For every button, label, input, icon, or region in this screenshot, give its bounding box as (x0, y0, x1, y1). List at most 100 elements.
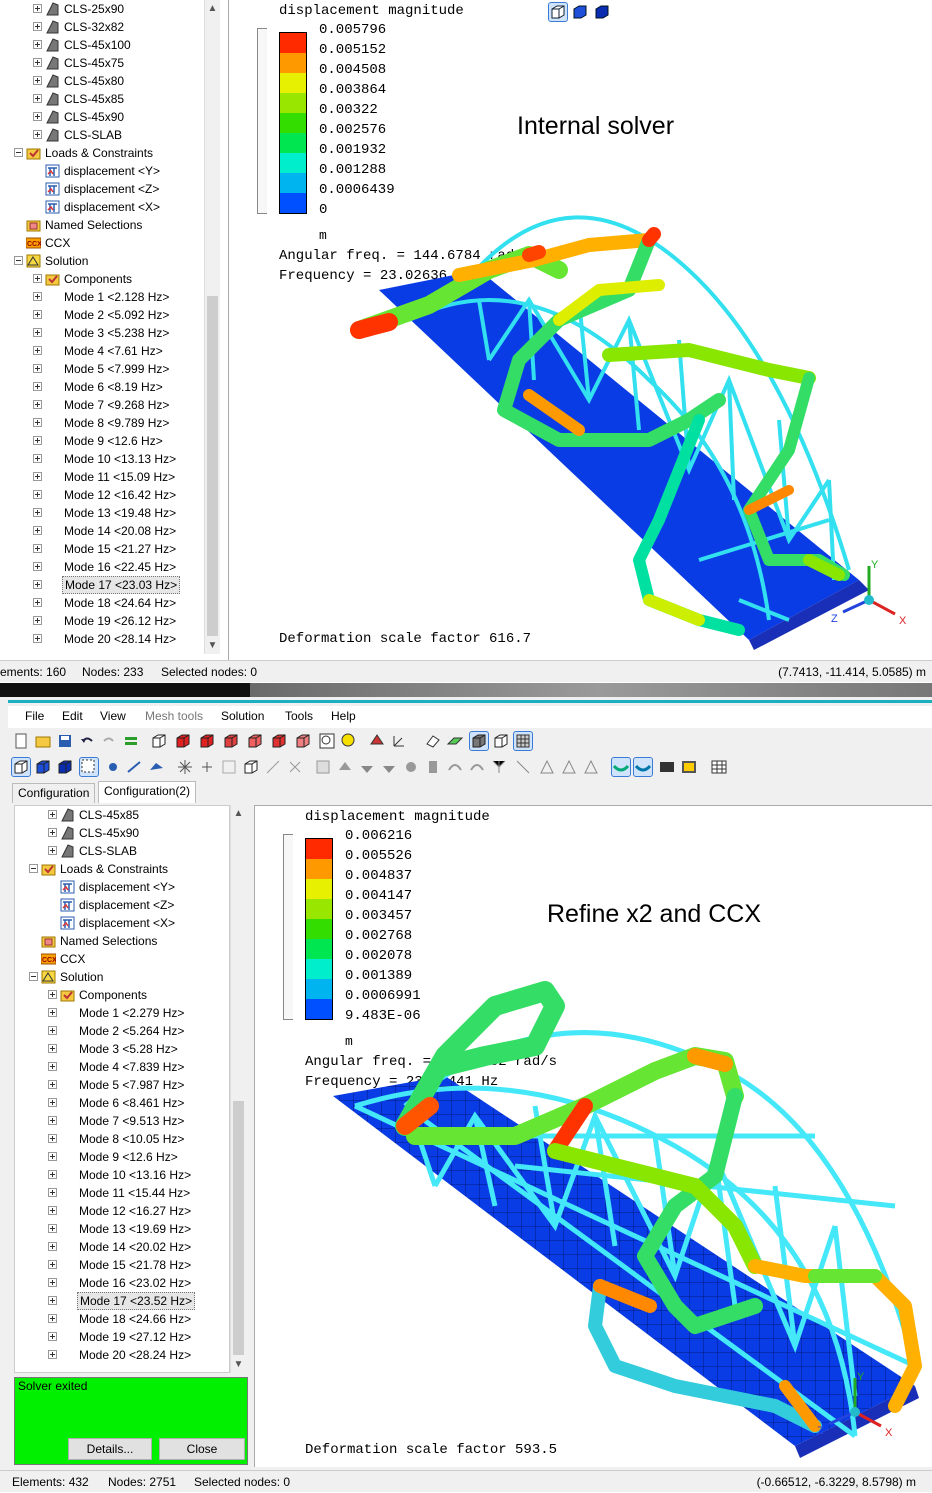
expand-icon[interactable] (33, 634, 42, 643)
expand-icon[interactable] (48, 1098, 57, 1107)
axes-dropdown-icon[interactable] (390, 732, 408, 750)
scroll-up-arrow[interactable]: ▲ (205, 0, 220, 17)
menu-tools[interactable]: Tools (285, 709, 313, 723)
scroll-thumb[interactable] (207, 296, 218, 636)
tool-i-icon[interactable] (446, 758, 464, 776)
expand-icon[interactable] (48, 990, 57, 999)
red-cube-5-icon[interactable] (270, 732, 288, 750)
outline-icon[interactable] (492, 732, 510, 750)
plot-deformed-icon[interactable] (611, 757, 631, 777)
tree-item[interactable]: CLS-25x90 (0, 0, 204, 18)
expand-icon[interactable] (48, 1080, 57, 1089)
mesh-lines-icon[interactable] (122, 732, 140, 750)
expand-icon[interactable] (48, 1296, 57, 1305)
expand-icon[interactable] (33, 562, 42, 571)
tree-item[interactable]: Mode 20 <28.14 Hz> (0, 630, 204, 648)
expand-icon[interactable] (48, 1152, 57, 1161)
hide-icon[interactable] (220, 758, 238, 776)
tool-j-icon[interactable] (468, 758, 486, 776)
collapse-icon[interactable] (29, 972, 38, 981)
tree-item[interactable]: Mode 2 <5.264 Hz> (15, 1022, 229, 1040)
expand-icon[interactable] (48, 1026, 57, 1035)
show-icon[interactable] (242, 758, 260, 776)
expand-icon[interactable] (48, 1008, 57, 1017)
expand-icon[interactable] (48, 1350, 57, 1359)
tree-item[interactable]: Mode 8 <10.05 Hz> (15, 1130, 229, 1148)
tree-item[interactable]: CLS-45x75 (0, 54, 204, 72)
expand-icon[interactable] (48, 1332, 57, 1341)
new-file-icon[interactable] (12, 732, 30, 750)
tree-item[interactable]: CCX CCX (15, 950, 229, 968)
expand-icon[interactable] (48, 1044, 57, 1053)
tree-item[interactable]: Mode 1 <2.279 Hz> (15, 1004, 229, 1022)
tree-item[interactable]: CLS-45x80 (0, 72, 204, 90)
surface-icon[interactable] (446, 732, 464, 750)
expand-icon[interactable] (33, 436, 42, 445)
tree-item[interactable]: Named Selections (15, 932, 229, 950)
details-button[interactable]: Details... (68, 1438, 152, 1460)
plot-contour-icon[interactable] (633, 757, 653, 777)
tool-f-icon[interactable] (380, 758, 398, 776)
tool-o-icon[interactable] (582, 758, 600, 776)
tree-item[interactable]: Mode 16 <22.45 Hz> (0, 558, 204, 576)
tree-item[interactable]: Mode 8 <9.789 Hz> (0, 414, 204, 432)
expand-icon[interactable] (33, 58, 42, 67)
red-cube-2-icon[interactable] (198, 732, 216, 750)
menu-solution[interactable]: Solution (221, 709, 264, 723)
expand-icon[interactable] (33, 22, 42, 31)
tab-configuration-2[interactable]: Configuration(2) (98, 781, 197, 803)
tree-item[interactable]: Mode 17 <23.52 Hz> (15, 1292, 229, 1310)
tree-item[interactable]: displacement <X> (0, 198, 204, 216)
expand-icon[interactable] (33, 526, 42, 535)
expand-icon[interactable] (48, 1062, 57, 1071)
3d-viewport[interactable]: displacement magnitude 0.005796 0.005152 0… (228, 0, 932, 660)
scroll-up-arrow[interactable]: ▲ (231, 805, 246, 822)
expand-icon[interactable] (48, 828, 57, 837)
tree-item[interactable]: Mode 7 <9.513 Hz> (15, 1112, 229, 1130)
expand-icon[interactable] (33, 508, 42, 517)
table-icon[interactable] (710, 758, 728, 776)
select-solid-icon[interactable] (56, 758, 74, 776)
expand-icon[interactable] (33, 76, 42, 85)
expand-icon[interactable] (48, 1278, 57, 1287)
tree-item[interactable]: Mode 4 <7.839 Hz> (15, 1058, 229, 1076)
expand-icon[interactable] (48, 1134, 57, 1143)
model-tree[interactable]: CLS-45x85 CLS-45x90 CLS-SLAB Loads & Constr… (14, 805, 230, 1373)
wire-cube-icon[interactable] (150, 732, 168, 750)
pick-node-icon[interactable] (104, 758, 122, 776)
tree-item[interactable]: Mode 5 <7.999 Hz> (0, 360, 204, 378)
expand-icon[interactable] (33, 130, 42, 139)
expand-icon[interactable] (48, 1314, 57, 1323)
pick-edge-icon[interactable] (126, 758, 144, 776)
expand-icon[interactable] (33, 94, 42, 103)
expand-icon[interactable] (33, 418, 42, 427)
tree-item[interactable]: Mode 6 <8.461 Hz> (15, 1094, 229, 1112)
tree-item[interactable]: Mode 14 <20.08 Hz> (0, 522, 204, 540)
tool-e-icon[interactable] (358, 758, 376, 776)
expand-icon[interactable] (33, 40, 42, 49)
tool-a-icon[interactable] (264, 758, 282, 776)
tool-l-icon[interactable] (514, 758, 532, 776)
tool-c-icon[interactable] (314, 758, 332, 776)
tool-h-icon[interactable] (424, 758, 442, 776)
tree-item[interactable]: CLS-45x85 (0, 90, 204, 108)
expand-icon[interactable] (33, 544, 42, 553)
menu-mesh-tools[interactable]: Mesh tools (145, 709, 203, 723)
tree-item[interactable]: Mode 10 <13.16 Hz> (15, 1166, 229, 1184)
menu-help[interactable]: Help (331, 709, 356, 723)
tree-item[interactable]: displacement <Y> (15, 878, 229, 896)
tool-g-icon[interactable] (402, 758, 420, 776)
menu-view[interactable]: View (100, 709, 126, 723)
tree-item[interactable]: Mode 1 <2.128 Hz> (0, 288, 204, 306)
scroll-down-arrow[interactable]: ▼ (205, 637, 220, 654)
shade-icon[interactable] (469, 731, 489, 751)
scroll-thumb[interactable] (233, 1101, 244, 1355)
expand-icon[interactable] (33, 382, 42, 391)
tree-item[interactable]: displacement <Y> (0, 162, 204, 180)
expand-icon[interactable] (33, 472, 42, 481)
expand-icon[interactable] (33, 292, 42, 301)
tree-item[interactable]: Named Selections (0, 216, 204, 234)
select-part-icon[interactable] (11, 757, 31, 777)
tree-item[interactable]: Mode 19 <26.12 Hz> (0, 612, 204, 630)
tree-scrollbar[interactable]: ▲ ▼ (204, 0, 220, 654)
